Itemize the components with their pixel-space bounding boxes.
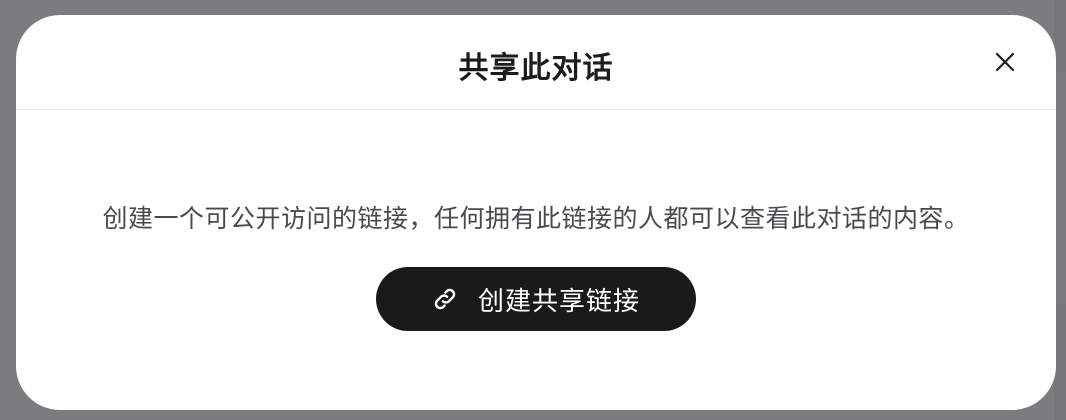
create-share-link-label: 创建共享链接 xyxy=(477,286,640,317)
close-icon xyxy=(995,52,1015,72)
close-button[interactable] xyxy=(990,47,1020,77)
link-icon xyxy=(432,286,458,312)
dialog-header: 共享此对话 xyxy=(16,15,1056,110)
dialog-description: 创建一个可公开访问的链接，任何拥有此链接的人都可以查看此对话的内容。 xyxy=(102,204,970,233)
share-conversation-dialog: 共享此对话 创建一个可公开访问的链接，任何拥有此链接的人都可以查看此对话的内容。… xyxy=(16,15,1056,410)
dialog-title: 共享此对话 xyxy=(458,51,614,86)
create-share-link-button[interactable]: 创建共享链接 xyxy=(376,267,696,331)
